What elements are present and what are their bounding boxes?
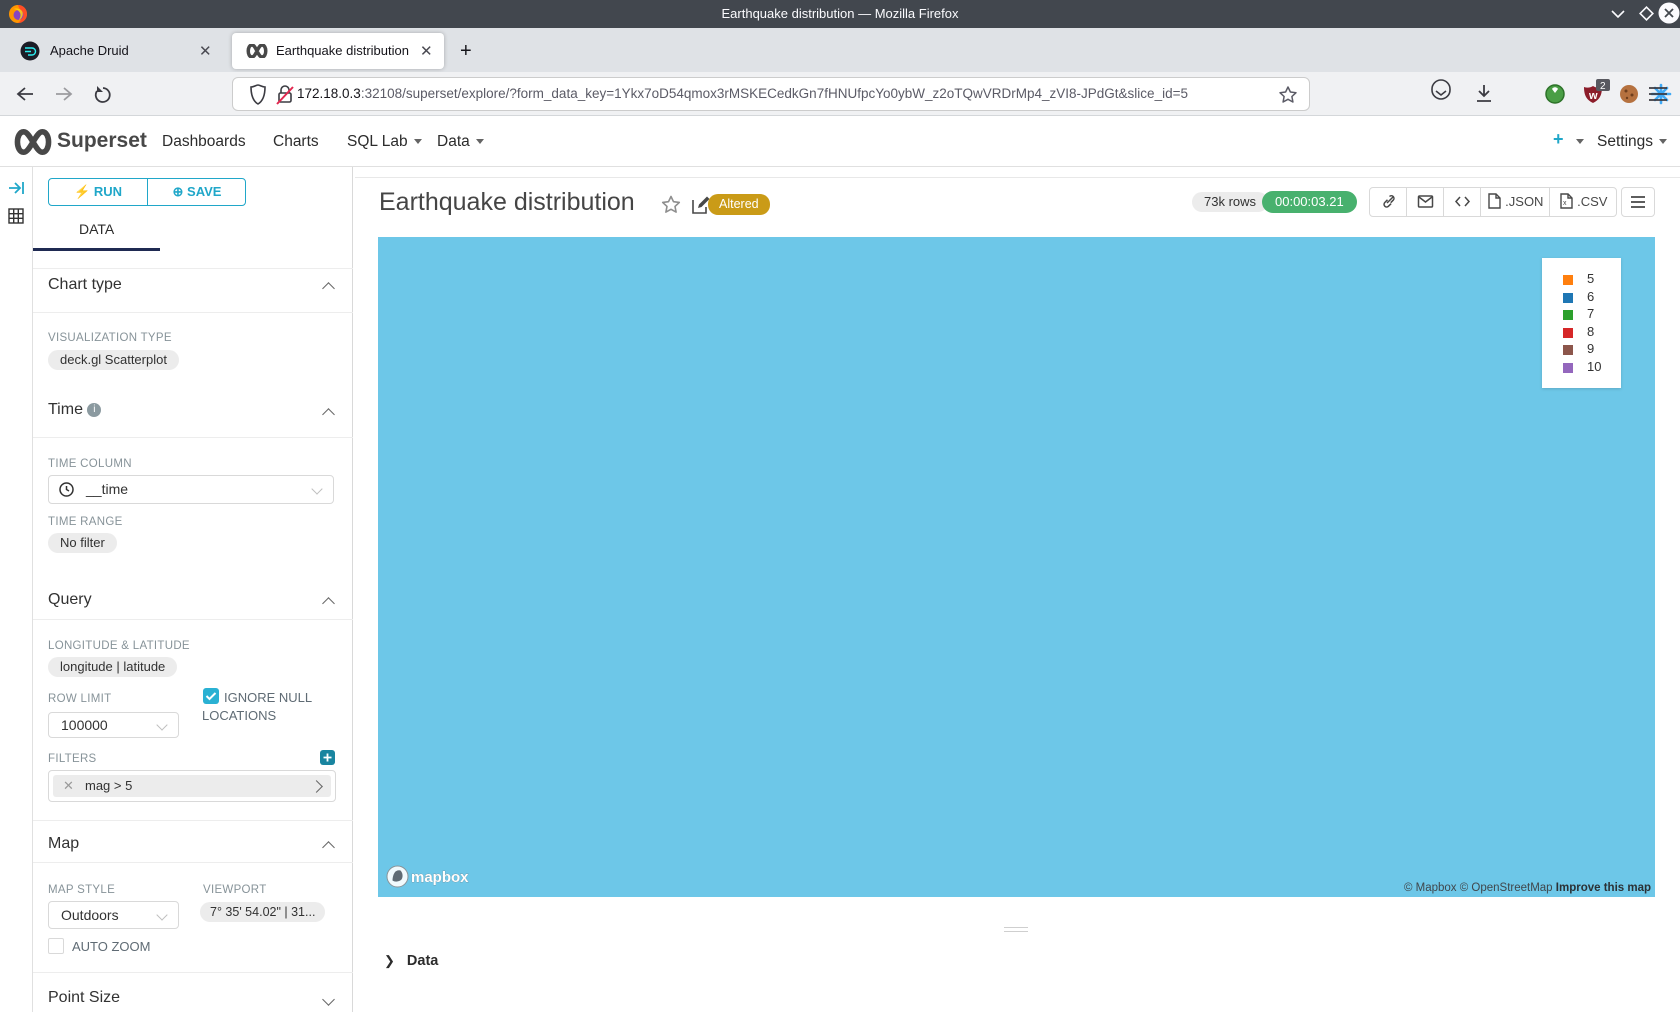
svg-text:mapbox: mapbox xyxy=(411,869,469,886)
svg-text:x: x xyxy=(1563,200,1567,207)
svg-text:w: w xyxy=(1588,90,1598,102)
svg-text:2: 2 xyxy=(1600,81,1606,92)
